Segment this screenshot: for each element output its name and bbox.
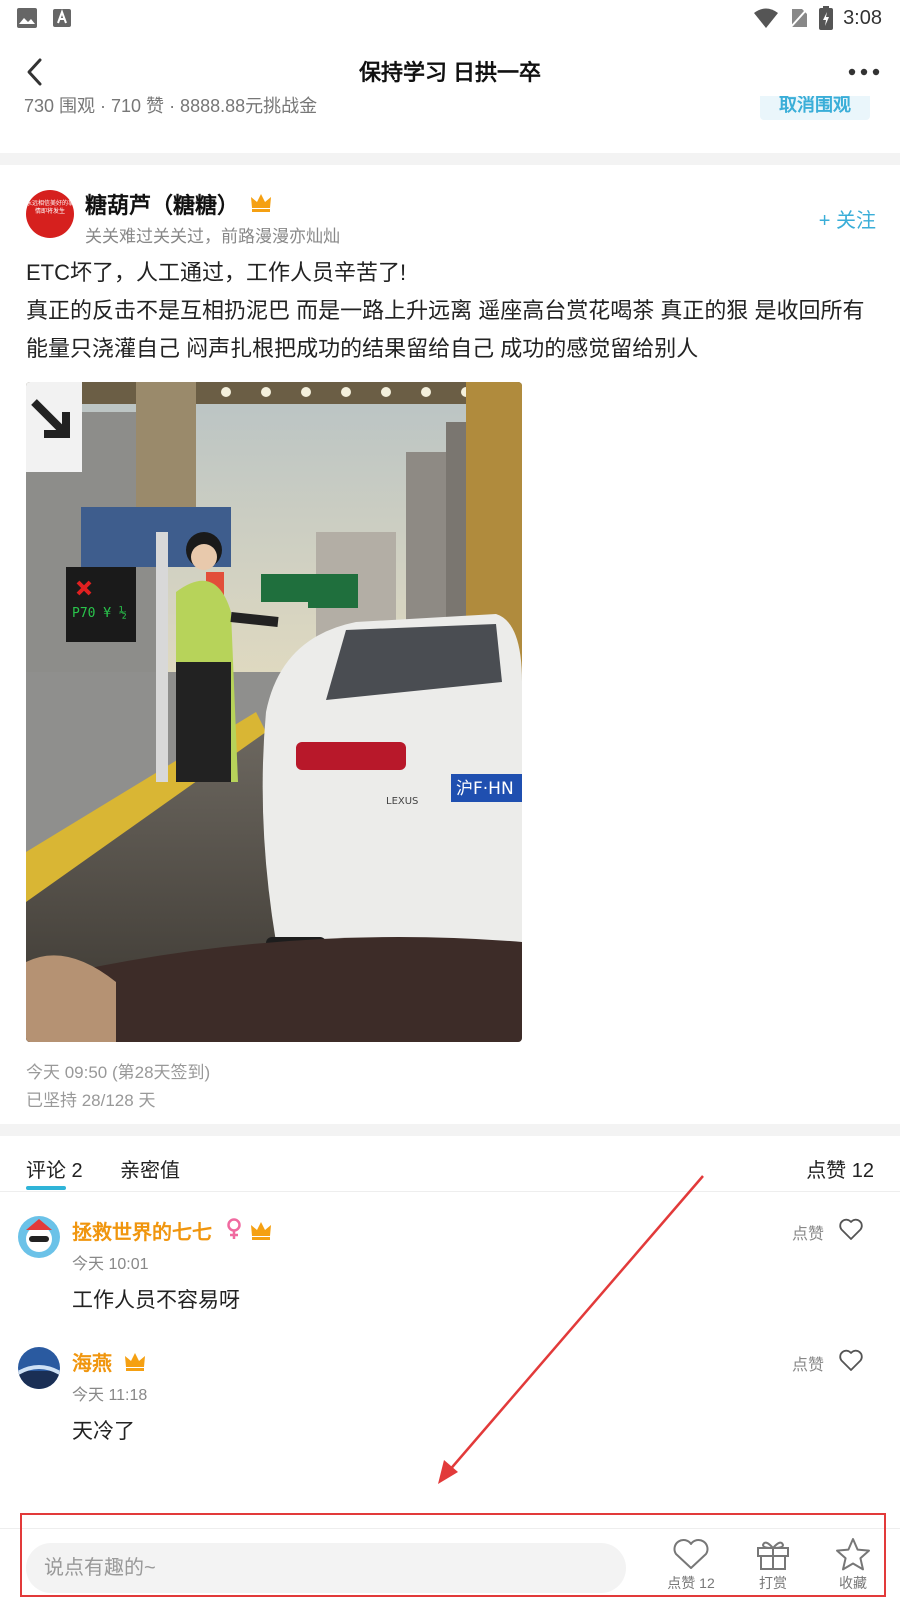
comment-time: 今天 10:01 [72, 1256, 149, 1273]
active-tab-indicator [26, 1186, 66, 1190]
post-time: 今天 09:50 (第28天签到) [26, 1063, 211, 1082]
battery-icon [819, 6, 834, 30]
comment-like-label[interactable]: 点赞 [792, 1351, 824, 1375]
crown-icon [251, 194, 271, 212]
post-text-line1: ETC坏了，人工通过，工作人员辛苦了! [26, 260, 407, 285]
comment-like-label[interactable]: 点赞 [792, 1220, 824, 1244]
author-signature: 关关难过关关过，前路漫漫亦灿灿 [85, 227, 340, 246]
status-bar: 3:08 [0, 0, 900, 36]
tab-comments[interactable]: 评论 2 [26, 1154, 83, 1183]
unwatch-button[interactable]: 取消围观 [760, 96, 870, 120]
persist-days: 已坚持 28/128 天 [26, 1091, 156, 1110]
avatar[interactable] [18, 1347, 60, 1389]
status-time: 3:08 [843, 6, 882, 29]
heart-icon[interactable] [838, 1216, 864, 1242]
follow-button[interactable]: + 关注 [819, 204, 876, 233]
comment-input[interactable] [26, 1543, 626, 1593]
page-title: 保持学习 日拱一卒 [358, 60, 542, 85]
post-header: 永远相信美好的事情即将发生 糖葫芦（糖糖） 关关难过关关过，前路漫漫亦灿灿 + … [26, 190, 876, 248]
font-icon [53, 9, 71, 27]
section-divider [0, 153, 900, 165]
challenge-info-row: 730 围观 · 710 赞 · 8888.88元挑战金 取消围观 [0, 96, 900, 126]
challenge-stats: 730 围观 · 710 赞 · 8888.88元挑战金 [24, 96, 318, 116]
avatar[interactable]: 永远相信美好的事情即将发生 [26, 190, 74, 238]
gift-icon [757, 1541, 789, 1570]
tab-likes[interactable]: 点赞 12 [806, 1154, 874, 1183]
like-button[interactable]: 点赞 12 [656, 1537, 726, 1597]
post-text-line2: 真正的反击不是互相扔泥巴 而是一路上升远离 遥座高台赏花喝茶 真正的狠 是收回所… [26, 298, 865, 361]
svg-text:LEXUS: LEXUS [386, 796, 418, 807]
svg-text:P70 ¥ ½: P70 ¥ ½ [72, 606, 127, 621]
comment-tabs: 评论 2 亲密值 点赞 12 [0, 1140, 900, 1192]
image-icon [17, 8, 37, 28]
female-icon [227, 1218, 241, 1239]
bottom-action-bar: 点赞 12 打赏 收藏 [0, 1528, 900, 1600]
comment-text: 天冷了 [72, 1420, 135, 1443]
section-divider-2 [0, 1124, 900, 1136]
wifi-icon [754, 8, 779, 28]
heart-icon [673, 1539, 709, 1569]
star-icon [836, 1538, 870, 1571]
more-icon[interactable] [846, 56, 882, 88]
avatar[interactable] [18, 1216, 60, 1258]
commenter-name[interactable]: 海燕 [72, 1347, 112, 1376]
no-sim-icon [789, 7, 809, 29]
comment-item: 海燕 今天 11:18 天冷了 点赞 [18, 1347, 882, 1457]
like-count-label: 点赞 12 [667, 1575, 715, 1591]
reward-button[interactable]: 打赏 [738, 1537, 808, 1597]
back-icon[interactable] [20, 56, 52, 88]
tab-intimacy[interactable]: 亲密值 [120, 1154, 180, 1183]
comment-text: 工作人员不容易呀 [72, 1289, 240, 1312]
comment-time: 今天 11:18 [72, 1387, 148, 1404]
avatar-text: 永远相信美好的事情即将发生 [26, 201, 74, 215]
author-name[interactable]: 糖葫芦（糖糖） [85, 188, 239, 220]
post-content: ETC坏了，人工通过，工作人员辛苦了! 真正的反击不是互相扔泥巴 而是一路上升远… [26, 254, 876, 368]
crown-icon [125, 1353, 145, 1371]
comment-item: 拯救世界的七七 今天 10:01 工作人员不容易呀 点赞 [18, 1216, 882, 1326]
reward-label: 打赏 [759, 1575, 787, 1591]
favorite-label: 收藏 [839, 1575, 867, 1591]
crown-icon [251, 1222, 271, 1240]
post-photo[interactable]: P70 ¥ ½ 沪F·HN LEXUS [26, 382, 522, 1042]
svg-text:沪F·HN: 沪F·HN [456, 779, 514, 799]
heart-icon[interactable] [838, 1347, 864, 1373]
commenter-name[interactable]: 拯救世界的七七 [72, 1216, 212, 1245]
toll-booth-photo: P70 ¥ ½ 沪F·HN LEXUS [26, 382, 522, 1042]
favorite-button[interactable]: 收藏 [818, 1537, 888, 1597]
